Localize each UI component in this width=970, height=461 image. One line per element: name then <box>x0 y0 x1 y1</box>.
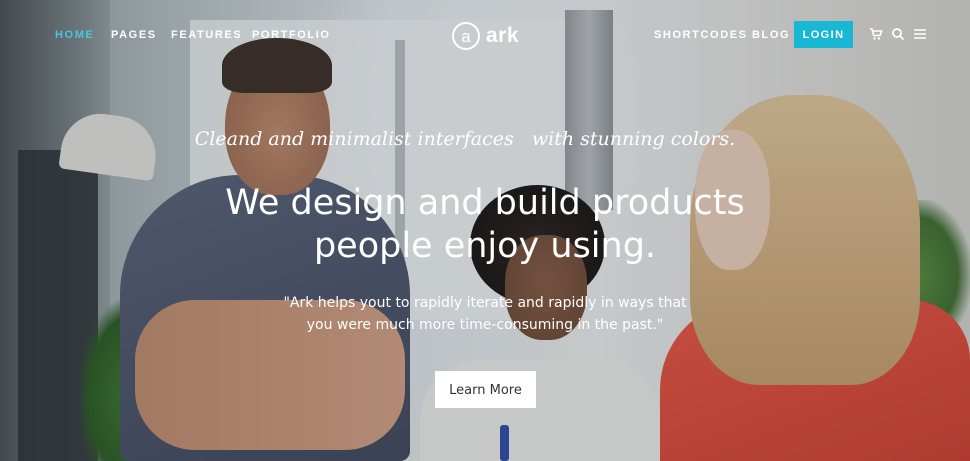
nav-pages[interactable]: PAGES <box>111 29 157 41</box>
nav-features[interactable]: FEATURES <box>171 29 242 41</box>
top-navigation: HOME PAGES FEATURES PORTFOLIO a ark SHOR… <box>0 0 970 70</box>
headline-line-2: people enjoy using. <box>313 226 657 266</box>
search-icon[interactable] <box>891 27 907 43</box>
login-button[interactable]: LOGIN <box>794 21 853 48</box>
hero-subtext: "Ark helps yout to rapidly iterate and r… <box>0 292 970 336</box>
hero-headline: We design and build products people enjo… <box>0 182 970 268</box>
nav-home[interactable]: HOME <box>55 29 94 41</box>
menu-icon[interactable] <box>913 27 929 43</box>
logo[interactable]: a ark <box>452 20 519 52</box>
learn-more-button[interactable]: Learn More <box>435 371 536 408</box>
hero-tagline: Cleand and minimalist interfaces with st… <box>194 128 736 150</box>
subtext-line-1: "Ark helps yout to rapidly iterate and r… <box>283 295 687 311</box>
logo-mark: a <box>452 22 480 50</box>
logo-text: ark <box>486 24 520 47</box>
headline-line-1: We design and build products <box>225 183 745 223</box>
nav-blog[interactable]: BLOG <box>752 29 790 41</box>
subtext-line-2: you were much more time-consuming in the… <box>306 317 664 333</box>
cart-icon[interactable] <box>869 27 885 43</box>
nav-portfolio[interactable]: PORTFOLIO <box>252 29 331 41</box>
nav-shortcodes[interactable]: SHORTCODES <box>654 29 748 41</box>
